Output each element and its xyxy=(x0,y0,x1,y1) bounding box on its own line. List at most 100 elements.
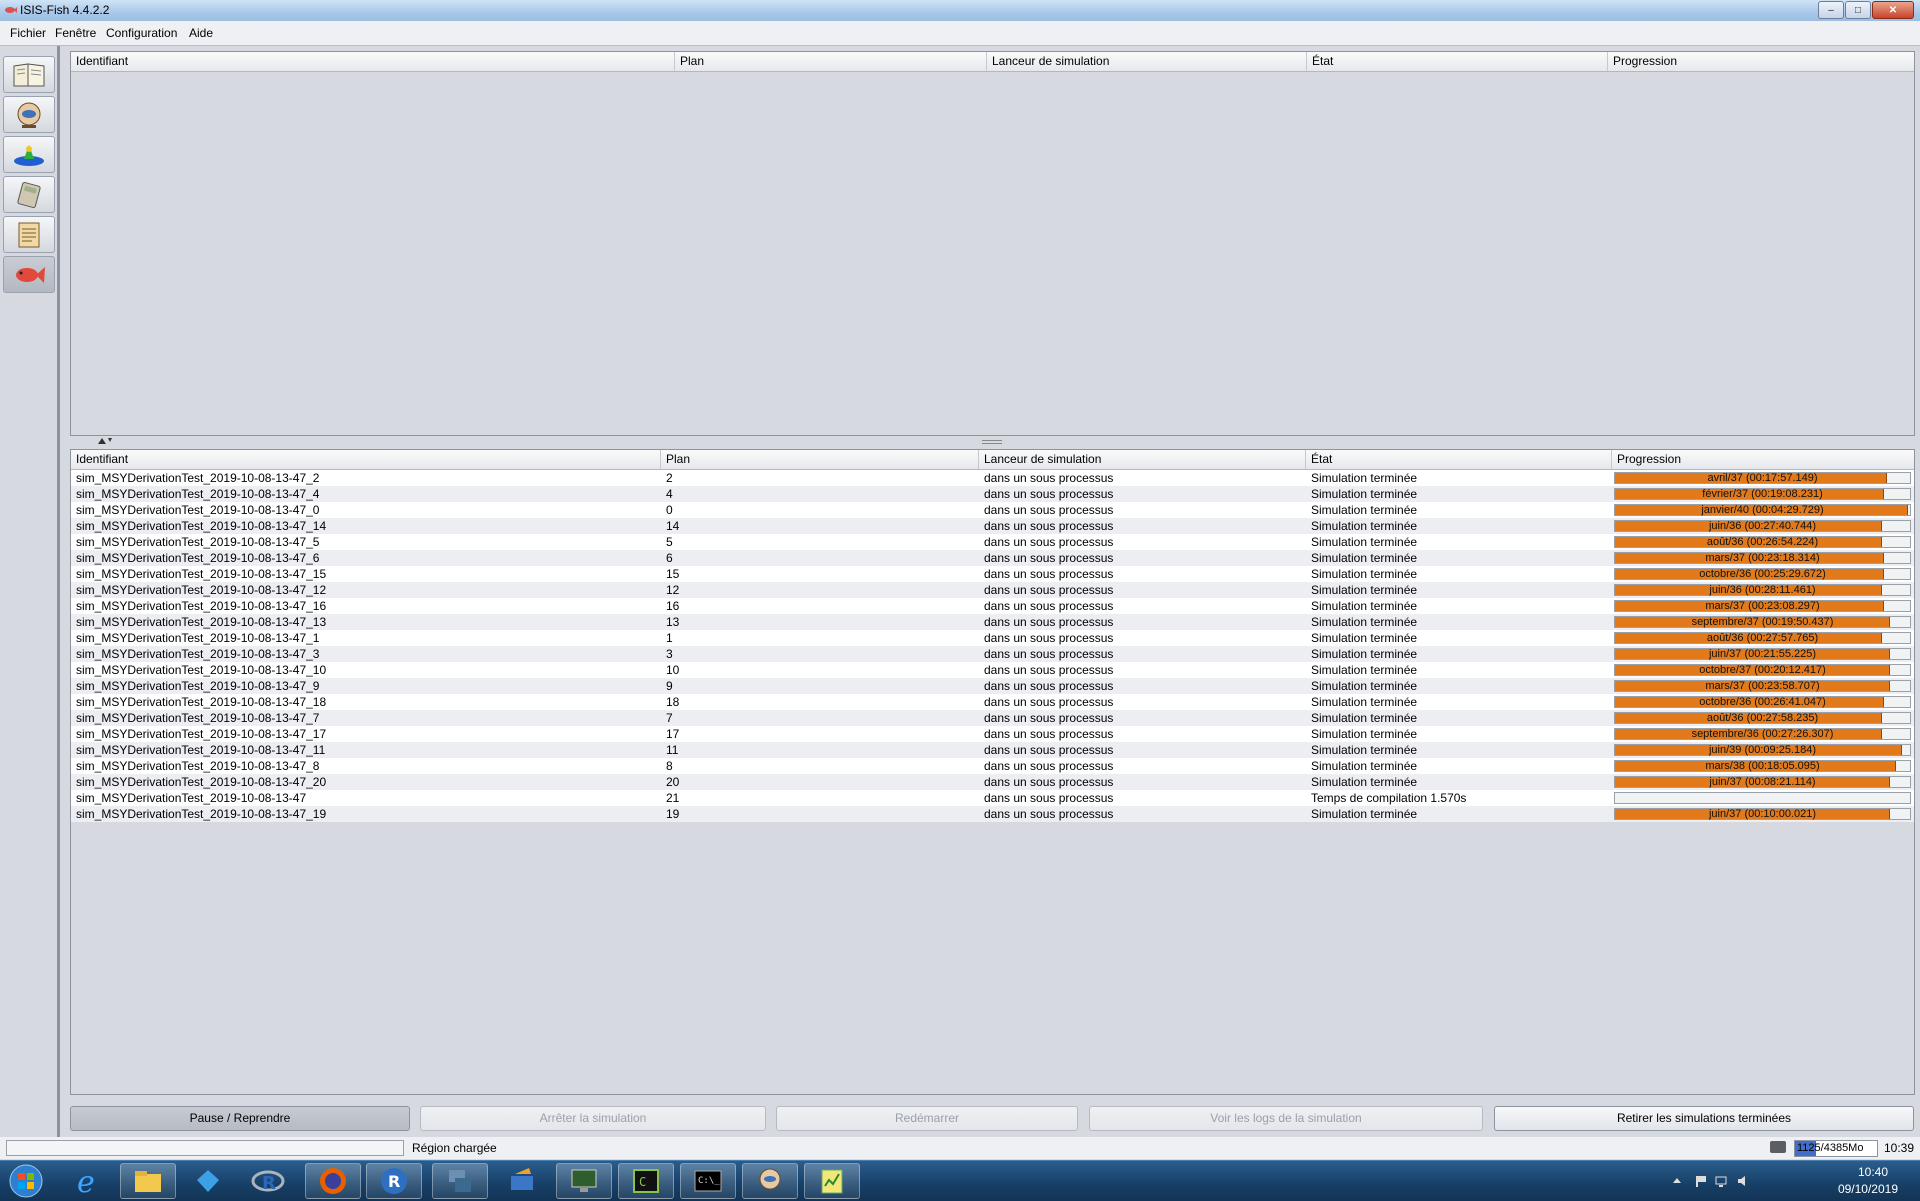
start-button[interactable] xyxy=(4,1163,48,1199)
cell-etat: Simulation terminée xyxy=(1311,519,1418,533)
tray-volume-icon[interactable] xyxy=(1736,1174,1750,1188)
table-row[interactable]: sim_MSYDerivationTest_2019-10-08-13-47 21… xyxy=(71,790,1914,806)
taskbar-clock-date[interactable]: 09/10/2019 xyxy=(1838,1182,1898,1196)
table-row[interactable]: sim_MSYDerivationTest_2019-10-08-13-47_1… xyxy=(71,662,1914,678)
taskbar-clock-time[interactable]: 10:40 xyxy=(1858,1165,1888,1179)
column-etat[interactable]: État xyxy=(1307,52,1608,71)
remove-finished-button[interactable]: Retirer les simulations terminées xyxy=(1494,1106,1914,1131)
maximize-button[interactable]: □ xyxy=(1845,1,1871,19)
table-row[interactable]: sim_MSYDerivationTest_2019-10-08-13-47_1… xyxy=(71,806,1914,822)
pause-resume-button[interactable]: Pause / Reprendre xyxy=(70,1106,410,1131)
column-plan[interactable]: Plan xyxy=(661,450,979,469)
view-logs-button[interactable]: Voir les logs de la simulation xyxy=(1089,1106,1483,1131)
table-row[interactable]: sim_MSYDerivationTest_2019-10-08-13-47_3… xyxy=(71,646,1914,662)
table-row[interactable]: sim_MSYDerivationTest_2019-10-08-13-47_1… xyxy=(71,614,1914,630)
progress-bar: juin/36 (00:28:11.461) xyxy=(1614,584,1911,596)
taskbar-file-explorer[interactable] xyxy=(120,1163,176,1199)
column-lanceur[interactable]: Lanceur de simulation xyxy=(979,450,1306,469)
taskbar-network[interactable] xyxy=(432,1163,488,1199)
column-identifiant[interactable]: Identifiant xyxy=(71,52,675,71)
tool-book[interactable] xyxy=(3,56,55,93)
table-row[interactable]: sim_MSYDerivationTest_2019-10-08-13-47_1… xyxy=(71,694,1914,710)
svg-text:R: R xyxy=(262,1173,276,1194)
cell-plan: 13 xyxy=(666,615,680,629)
cell-plan: 3 xyxy=(666,647,673,661)
taskbar-monitor[interactable] xyxy=(556,1163,612,1199)
cell-identifiant: sim_MSYDerivationTest_2019-10-08-13-47_1… xyxy=(76,663,327,677)
panel-splitter[interactable] xyxy=(70,436,1914,446)
tool-simulation-queue[interactable] xyxy=(3,256,55,293)
column-etat[interactable]: État xyxy=(1306,450,1612,469)
menu-fichier[interactable]: Fichier xyxy=(10,26,46,40)
tool-document[interactable] xyxy=(3,216,55,253)
tool-calculator[interactable] xyxy=(3,176,55,213)
column-identifiant[interactable]: Identifiant xyxy=(71,450,661,469)
cell-lanceur: dans un sous processus xyxy=(984,775,1114,789)
cell-identifiant: sim_MSYDerivationTest_2019-10-08-13-47_0 xyxy=(76,503,320,517)
tool-fish-globe[interactable] xyxy=(3,96,55,133)
table-row[interactable]: sim_MSYDerivationTest_2019-10-08-13-47_7… xyxy=(71,710,1914,726)
taskbar-internet-explorer[interactable]: e xyxy=(60,1163,116,1199)
garbage-collect-icon[interactable] xyxy=(1770,1141,1786,1153)
minimize-button[interactable]: – xyxy=(1818,1,1844,19)
column-progression[interactable]: Progression xyxy=(1612,450,1914,469)
table-row[interactable]: sim_MSYDerivationTest_2019-10-08-13-47_2… xyxy=(71,470,1914,486)
table-row[interactable]: sim_MSYDerivationTest_2019-10-08-13-47_1… xyxy=(71,518,1914,534)
taskbar-notepad[interactable] xyxy=(804,1163,860,1199)
table-row[interactable]: sim_MSYDerivationTest_2019-10-08-13-47_1… xyxy=(71,598,1914,614)
taskbar-r-studio[interactable]: R xyxy=(240,1163,296,1199)
svg-text:C:\_: C:\_ xyxy=(698,1176,720,1186)
taskbar-tortoise[interactable] xyxy=(180,1163,236,1199)
menu-fenetre[interactable]: Fenêtre xyxy=(55,26,96,40)
taskbar-console[interactable]: C xyxy=(618,1163,674,1199)
stop-simulation-button[interactable]: Arrêter la simulation xyxy=(420,1106,766,1131)
taskbar-isis-fish[interactable] xyxy=(742,1163,798,1199)
title-bar: ISIS-Fish 4.4.2.2 – □ ✕ xyxy=(0,0,1920,21)
restart-button[interactable]: Redémarrer xyxy=(776,1106,1078,1131)
menu-configuration[interactable]: Configuration xyxy=(106,26,177,40)
splitter-arrows-icon[interactable] xyxy=(98,438,114,444)
cell-etat: Simulation terminée xyxy=(1311,567,1418,581)
table-row[interactable]: sim_MSYDerivationTest_2019-10-08-13-47_8… xyxy=(71,758,1914,774)
progress-bar: août/36 (00:27:57.765) xyxy=(1614,632,1911,644)
red-fish-icon xyxy=(16,266,45,283)
cell-identifiant: sim_MSYDerivationTest_2019-10-08-13-47_1… xyxy=(76,695,327,709)
cell-identifiant: sim_MSYDerivationTest_2019-10-08-13-47_4 xyxy=(76,487,320,501)
table-row[interactable]: sim_MSYDerivationTest_2019-10-08-13-47_0… xyxy=(71,502,1914,518)
cell-plan: 12 xyxy=(666,583,680,597)
splitter-grip[interactable] xyxy=(982,440,1002,444)
column-lanceur[interactable]: Lanceur de simulation xyxy=(987,52,1307,71)
cell-identifiant: sim_MSYDerivationTest_2019-10-08-13-47_6 xyxy=(76,551,320,565)
table-row[interactable]: sim_MSYDerivationTest_2019-10-08-13-47_1… xyxy=(71,630,1914,646)
table-row[interactable]: sim_MSYDerivationTest_2019-10-08-13-47_1… xyxy=(71,742,1914,758)
cell-plan: 17 xyxy=(666,727,680,741)
network-icon xyxy=(449,1170,471,1192)
column-plan[interactable]: Plan xyxy=(675,52,987,71)
taskbar-remote[interactable] xyxy=(494,1163,550,1199)
column-progression[interactable]: Progression xyxy=(1608,52,1914,71)
table-row[interactable]: sim_MSYDerivationTest_2019-10-08-13-47_1… xyxy=(71,582,1914,598)
tray-flag-icon[interactable] xyxy=(1694,1174,1708,1188)
window-title: ISIS-Fish 4.4.2.2 xyxy=(20,3,110,17)
cell-lanceur: dans un sous processus xyxy=(984,615,1114,629)
progress-text: mars/38 (00:18:05.095) xyxy=(1705,760,1820,772)
tool-water-chart[interactable] xyxy=(3,136,55,173)
cell-etat: Simulation terminée xyxy=(1311,615,1418,629)
table-row[interactable]: sim_MSYDerivationTest_2019-10-08-13-47_1… xyxy=(71,566,1914,582)
table-row[interactable]: sim_MSYDerivationTest_2019-10-08-13-47_1… xyxy=(71,726,1914,742)
table-row[interactable]: sim_MSYDerivationTest_2019-10-08-13-47_2… xyxy=(71,774,1914,790)
tray-up-arrow-icon[interactable] xyxy=(1670,1174,1684,1188)
close-button[interactable]: ✕ xyxy=(1872,1,1914,19)
monitor-icon xyxy=(571,1169,597,1192)
progress-bar: mars/38 (00:18:05.095) xyxy=(1614,760,1911,772)
table-row[interactable]: sim_MSYDerivationTest_2019-10-08-13-47_4… xyxy=(71,486,1914,502)
menu-aide[interactable]: Aide xyxy=(189,26,213,40)
taskbar-firefox[interactable] xyxy=(305,1163,361,1199)
taskbar-r[interactable]: R xyxy=(366,1163,422,1199)
tray-network-icon[interactable] xyxy=(1714,1174,1728,1188)
taskbar-terminal[interactable]: C:\_ xyxy=(680,1163,736,1199)
cell-lanceur: dans un sous processus xyxy=(984,631,1114,645)
table-row[interactable]: sim_MSYDerivationTest_2019-10-08-13-47_5… xyxy=(71,534,1914,550)
table-row[interactable]: sim_MSYDerivationTest_2019-10-08-13-47_6… xyxy=(71,550,1914,566)
table-row[interactable]: sim_MSYDerivationTest_2019-10-08-13-47_9… xyxy=(71,678,1914,694)
